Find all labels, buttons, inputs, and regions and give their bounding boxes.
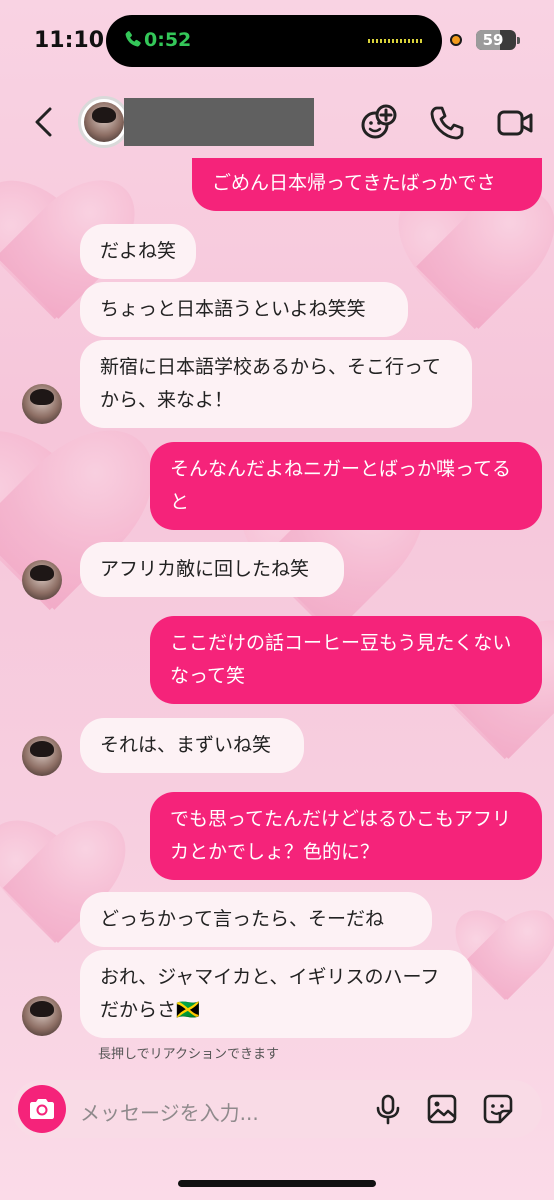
camera-icon	[30, 1099, 54, 1119]
message-bubble-incoming[interactable]: それは、まずいね笑	[80, 718, 304, 773]
message-input[interactable]: メッセージを入力...	[80, 1097, 259, 1126]
chat-header	[0, 88, 554, 158]
message-bubble-outgoing[interactable]: ここだけの話コーヒー豆もう見たくないなって笑	[150, 616, 542, 704]
status-time: 11:10	[34, 28, 105, 53]
battery-icon: 59	[476, 30, 516, 50]
battery-cap	[517, 37, 520, 44]
contact-avatar-small[interactable]	[22, 996, 62, 1036]
phone-icon	[125, 31, 141, 47]
message-bubble-incoming[interactable]: どっちかって言ったら、そーだね	[80, 892, 432, 947]
sticker-icon[interactable]	[482, 1093, 514, 1125]
message-composer[interactable]: メッセージを入力...	[12, 1080, 542, 1138]
audio-wave-icon	[368, 39, 424, 43]
microphone-icon[interactable]	[372, 1093, 404, 1125]
call-timer: 0:52	[144, 29, 192, 51]
privacy-indicator	[450, 34, 462, 46]
message-bubble-incoming[interactable]: だよね笑	[80, 224, 196, 279]
contact-avatar-small[interactable]	[22, 384, 62, 424]
contact-avatar-small[interactable]	[22, 736, 62, 776]
message-bubble-outgoing[interactable]: でも思ってたんだけどはるひこもアフリカとかでしょ？色的に？	[150, 792, 542, 880]
home-indicator[interactable]	[178, 1180, 376, 1187]
message-bubble-incoming[interactable]: おれ、ジャマイカと、イギリスのハーフだからさ🇯🇲	[80, 950, 472, 1038]
message-bubble-outgoing[interactable]: ごめん日本帰ってきたばっかでさ	[192, 158, 542, 211]
back-icon[interactable]	[30, 106, 58, 138]
message-bubble-incoming[interactable]: アフリカ敵に回したね笑	[80, 542, 344, 597]
message-bubble-incoming[interactable]: ちょっと日本語うといよね笑笑	[80, 282, 408, 337]
dynamic-island-call[interactable]: 0:52	[106, 15, 442, 67]
gallery-icon[interactable]	[426, 1093, 458, 1125]
contact-avatar-small[interactable]	[22, 560, 62, 600]
video-icon[interactable]	[496, 104, 534, 142]
contact-avatar[interactable]	[78, 96, 130, 148]
phone-icon[interactable]	[428, 104, 466, 142]
contact-name-redacted	[124, 98, 314, 146]
reaction-hint: 長押しでリアクションできます	[98, 1047, 279, 1062]
avatar-image	[84, 102, 124, 142]
add-friend-effect-icon[interactable]	[360, 104, 398, 142]
message-bubble-outgoing[interactable]: そんなんだよねニガーとばっか喋ってると	[150, 442, 542, 530]
message-bubble-incoming[interactable]: 新宿に日本語学校あるから、そこ行ってから、来なよ！	[80, 340, 472, 428]
camera-button[interactable]	[18, 1085, 66, 1133]
status-bar: 11:10 0:52 59	[0, 0, 554, 80]
message-list[interactable]: ごめん日本帰ってきたばっかでさ だよね笑 ちょっと日本語うといよね笑笑 新宿に日…	[0, 158, 554, 1058]
battery-level: 59	[482, 31, 504, 49]
